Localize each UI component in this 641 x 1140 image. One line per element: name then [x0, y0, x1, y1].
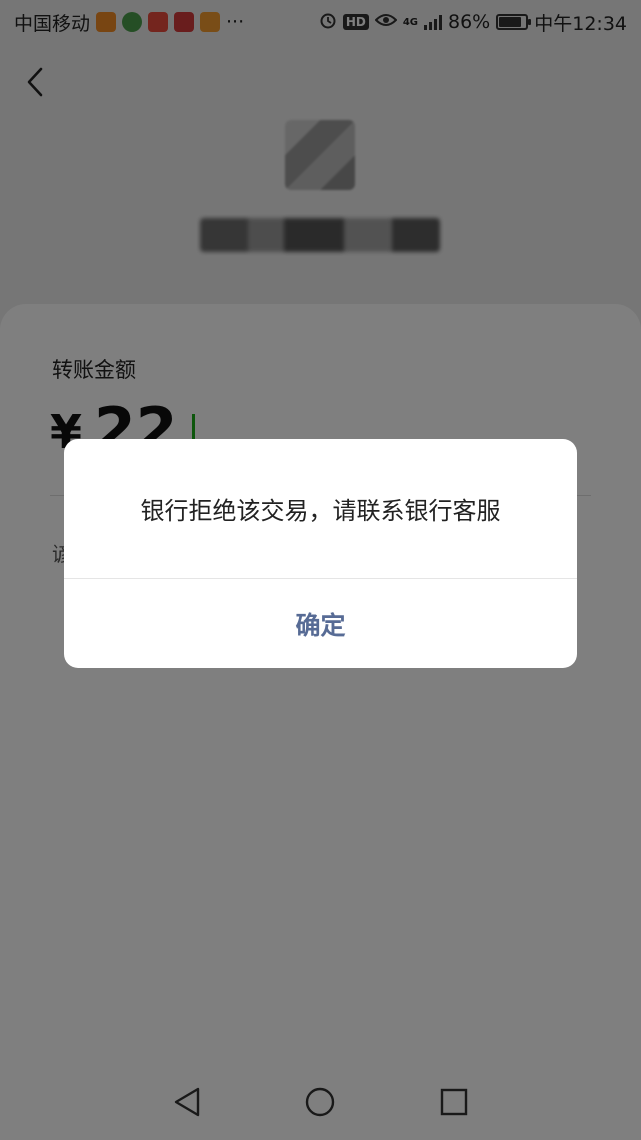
alert-dialog: 银行拒绝该交易，请联系银行客服 确定 — [64, 439, 577, 668]
dialog-message: 银行拒绝该交易，请联系银行客服 — [140, 497, 501, 525]
confirm-button[interactable]: 确定 — [64, 579, 577, 668]
